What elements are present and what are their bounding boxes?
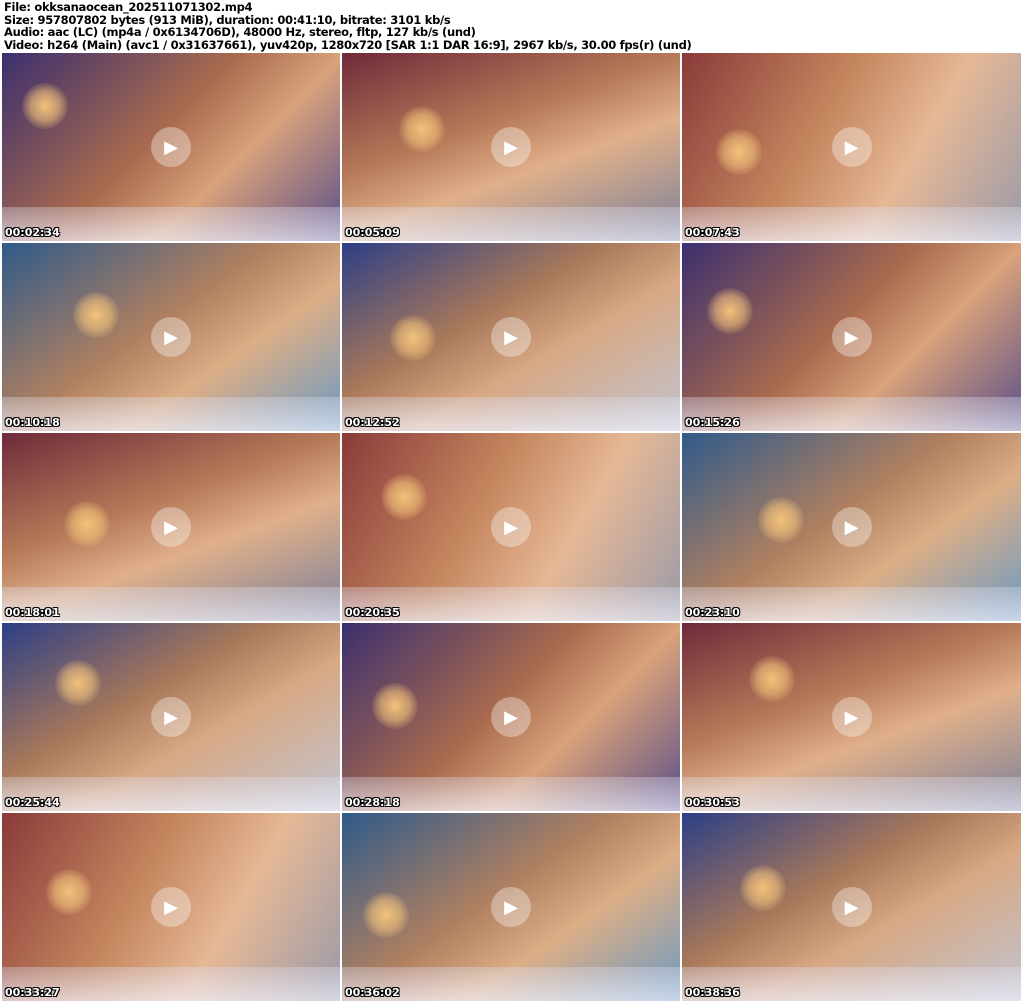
lamp-glow-decoration xyxy=(707,288,753,334)
frame-timestamp: 00:02:34 xyxy=(5,226,60,239)
video-frame-thumbnail: ▶ 00:38:36 xyxy=(682,813,1021,1001)
frame-timestamp: 00:33:27 xyxy=(5,986,60,999)
video-frame-thumbnail: ▶ 00:28:18 xyxy=(342,623,680,811)
lamp-glow-decoration xyxy=(55,660,101,706)
lamp-glow-decoration xyxy=(381,474,427,520)
video-frame-thumbnail: ▶ 00:36:02 xyxy=(342,813,680,1001)
lamp-glow-decoration xyxy=(64,501,110,547)
lamp-glow-decoration xyxy=(390,315,436,361)
play-icon: ▶ xyxy=(151,127,191,167)
video-frame-thumbnail: ▶ 00:07:43 xyxy=(682,53,1021,241)
play-icon: ▶ xyxy=(491,887,531,927)
play-icon: ▶ xyxy=(831,507,872,547)
play-icon: ▶ xyxy=(831,697,872,737)
frame-timestamp: 00:18:01 xyxy=(5,606,60,619)
play-icon: ▶ xyxy=(491,127,531,167)
lamp-glow-decoration xyxy=(399,106,445,152)
frame-timestamp: 00:15:26 xyxy=(685,416,740,429)
lamp-glow-decoration xyxy=(716,129,762,175)
frame-timestamp: 00:28:18 xyxy=(345,796,400,809)
play-icon: ▶ xyxy=(151,317,191,357)
play-icon: ▶ xyxy=(491,507,531,547)
frame-timestamp: 00:12:52 xyxy=(345,416,400,429)
frame-timestamp: 00:20:35 xyxy=(345,606,400,619)
video-frame-thumbnail: ▶ 00:15:26 xyxy=(682,243,1021,431)
video-frame-thumbnail: ▶ 00:02:34 xyxy=(2,53,340,241)
lamp-glow-decoration xyxy=(740,865,786,911)
lamp-glow-decoration xyxy=(46,869,92,915)
play-icon: ▶ xyxy=(151,887,191,927)
frame-timestamp: 00:10:18 xyxy=(5,416,60,429)
video-frame-thumbnail: ▶ 00:10:18 xyxy=(2,243,340,431)
lamp-glow-decoration xyxy=(372,683,418,729)
thumbnail-grid: ▶ 00:02:34 ▶ 00:05:09 ▶ 00:07:43 ▶ 00:10:18 ▶ 00:… xyxy=(2,53,1021,1001)
video-info: Video: h264 (Main) (avc1 / 0x31637661), … xyxy=(4,37,692,52)
video-frame-thumbnail: ▶ 00:12:52 xyxy=(342,243,680,431)
play-icon: ▶ xyxy=(151,697,191,737)
file-name: File: okksanaocean_202511071302.mp4 xyxy=(4,0,253,14)
play-icon: ▶ xyxy=(831,887,872,927)
frame-timestamp: 00:07:43 xyxy=(685,226,740,239)
frame-timestamp: 00:23:10 xyxy=(685,606,740,619)
frame-timestamp: 00:38:36 xyxy=(685,986,740,999)
video-frame-thumbnail: ▶ 00:20:35 xyxy=(342,433,680,621)
video-frame-thumbnail: ▶ 00:33:27 xyxy=(2,813,340,1001)
play-icon: ▶ xyxy=(491,317,531,357)
video-frame-thumbnail: ▶ 00:30:53 xyxy=(682,623,1021,811)
video-frame-thumbnail: ▶ 00:05:09 xyxy=(342,53,680,241)
video-frame-thumbnail: ▶ 00:18:01 xyxy=(2,433,340,621)
audio-info: Audio: aac (LC) (mp4a / 0x6134706D), 480… xyxy=(4,25,476,39)
frame-timestamp: 00:30:53 xyxy=(685,796,740,809)
frame-timestamp: 00:36:02 xyxy=(345,986,400,999)
lamp-glow-decoration xyxy=(22,83,68,129)
lamp-glow-decoration xyxy=(73,292,119,338)
file-info-header: File: okksanaocean_202511071302.mp4 Size… xyxy=(4,0,692,52)
frame-timestamp: 00:05:09 xyxy=(345,226,400,239)
play-icon: ▶ xyxy=(491,697,531,737)
video-frame-thumbnail: ▶ 00:23:10 xyxy=(682,433,1021,621)
frame-timestamp: 00:25:44 xyxy=(5,796,60,809)
lamp-glow-decoration xyxy=(749,656,795,702)
play-icon: ▶ xyxy=(831,317,872,357)
lamp-glow-decoration xyxy=(363,892,409,938)
video-frame-thumbnail: ▶ 00:25:44 xyxy=(2,623,340,811)
lamp-glow-decoration xyxy=(758,497,804,543)
play-icon: ▶ xyxy=(831,127,872,167)
play-icon: ▶ xyxy=(151,507,191,547)
